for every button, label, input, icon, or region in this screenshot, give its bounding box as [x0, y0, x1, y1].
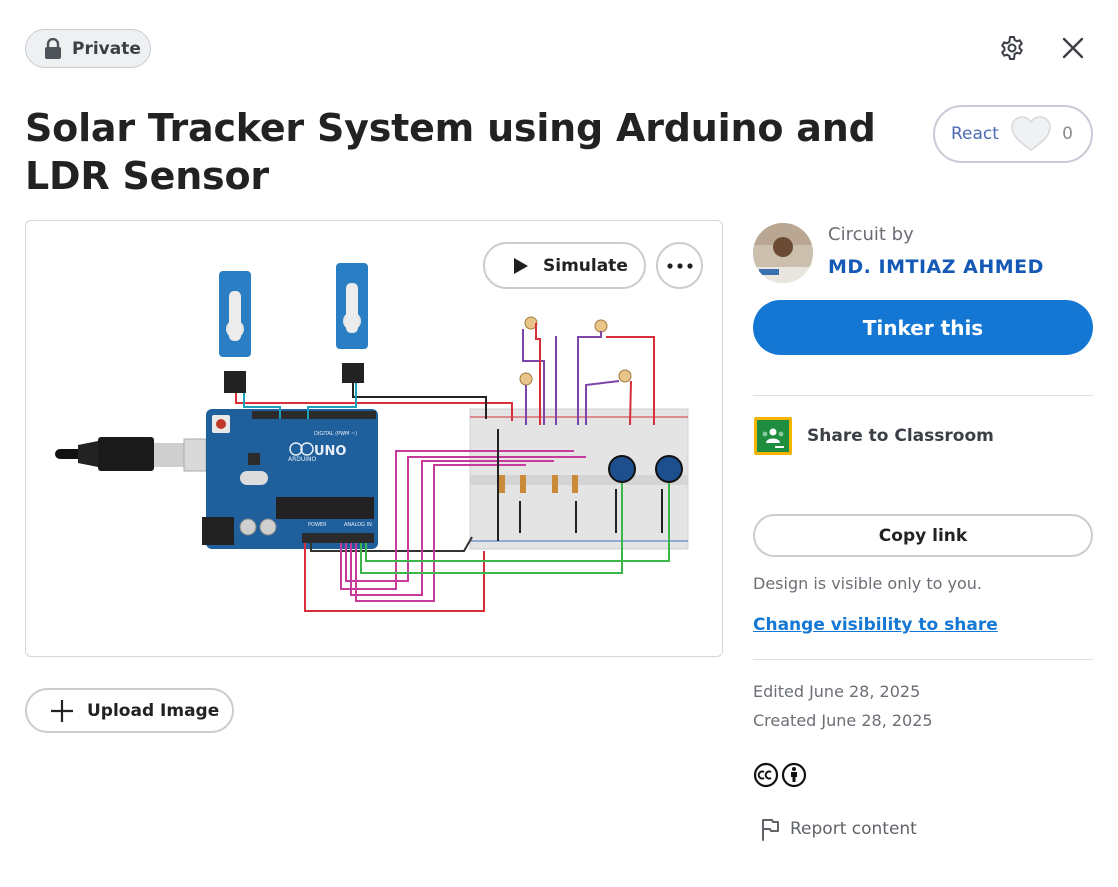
author-link[interactable]: MD. IMTIAZ AHMED — [828, 256, 1044, 278]
plus-icon — [51, 699, 73, 722]
attribution-icon — [781, 762, 807, 788]
more-options-button[interactable] — [656, 242, 703, 289]
share-to-classroom-button[interactable]: Share to Classroom — [753, 416, 994, 456]
react-button[interactable]: React 0 — [933, 105, 1093, 163]
gear-icon[interactable] — [997, 33, 1027, 63]
divider — [753, 395, 1093, 396]
usb-cable — [55, 437, 207, 472]
simulate-label: Simulate — [543, 255, 628, 276]
page-title: Solar Tracker System using Arduino and L… — [25, 106, 876, 198]
power-header-label: POWER — [308, 522, 327, 528]
license-icons[interactable] — [753, 762, 807, 788]
react-label: React — [951, 124, 999, 144]
report-label: Report content — [790, 819, 917, 839]
upload-label: Upload Image — [87, 700, 220, 721]
flag-icon — [762, 819, 779, 841]
close-icon[interactable] — [1058, 33, 1088, 63]
board-brand-label: ARDUINO — [288, 456, 317, 463]
analog-header-label: ANALOG IN — [344, 522, 372, 528]
heart-icon — [1010, 116, 1051, 151]
copy-link-button[interactable]: Copy link — [753, 514, 1093, 557]
board-model-label: UNO — [314, 444, 347, 459]
react-count: 0 — [1062, 124, 1073, 144]
visibility-text: Design is visible only to you. — [753, 574, 982, 593]
servo-left — [219, 271, 251, 393]
breadboard — [469, 408, 689, 550]
more-horizontal-icon — [666, 262, 693, 269]
created-date: Created June 28, 2025 — [753, 711, 933, 730]
cc-icon — [753, 762, 779, 788]
google-classroom-icon — [754, 417, 792, 455]
upload-image-button[interactable]: Upload Image — [25, 688, 234, 733]
classroom-label: Share to Classroom — [807, 426, 994, 446]
tinker-this-button[interactable]: Tinker this — [753, 300, 1093, 355]
report-content-button[interactable]: Report content — [760, 817, 917, 841]
digital-header-label: DIGITAL (PWM ~) — [314, 431, 357, 437]
edited-date: Edited June 28, 2025 — [753, 682, 921, 701]
play-icon — [514, 257, 528, 274]
private-label: Private — [72, 38, 141, 59]
circuit-preview: UNO ARDUINO DIGITAL (PWM ~) POWER ANALOG… — [25, 220, 723, 657]
private-badge[interactable]: Private — [25, 29, 151, 68]
avatar[interactable] — [753, 223, 813, 283]
divider — [753, 659, 1093, 660]
simulate-button[interactable]: Simulate — [483, 242, 646, 289]
change-visibility-link[interactable]: Change visibility to share — [753, 615, 998, 635]
circuit-by-label: Circuit by — [828, 224, 914, 245]
lock-icon — [45, 37, 61, 59]
servo-right — [336, 263, 368, 383]
arduino-board: UNO ARDUINO DIGITAL (PWM ~) POWER ANALOG… — [202, 409, 378, 549]
